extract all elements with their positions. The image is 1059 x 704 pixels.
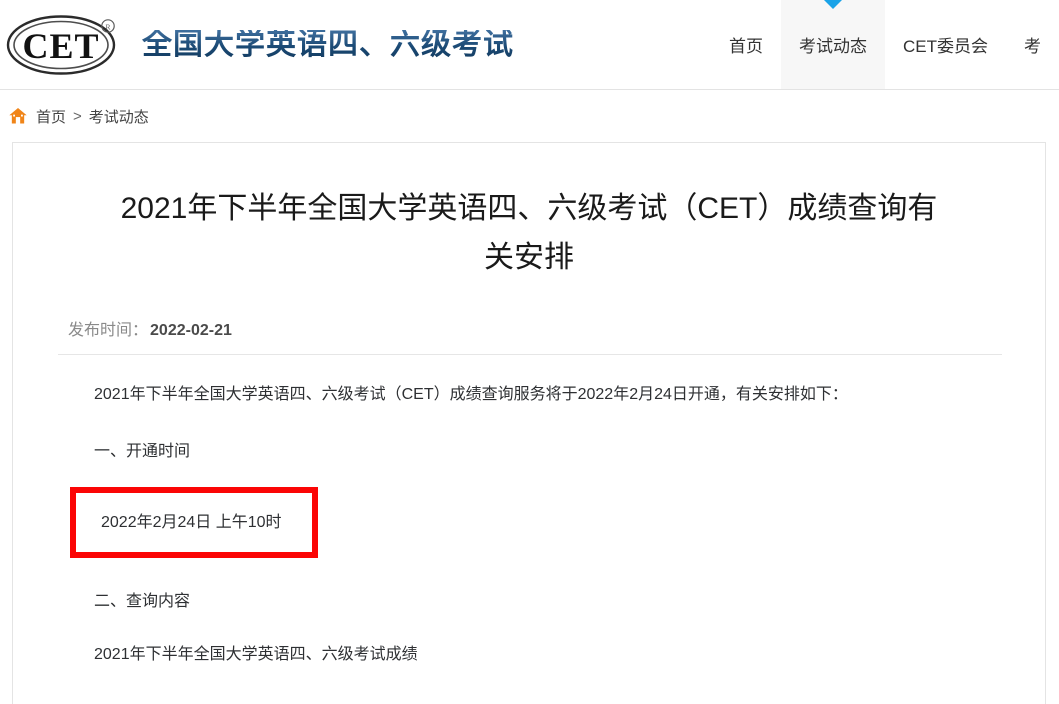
nav-item-home-label: 首页 <box>729 37 763 56</box>
nav-item-truncated-label: 考 <box>1024 37 1041 56</box>
nav-item-cet-committee[interactable]: CET委员会 <box>885 0 1006 89</box>
active-tab-caret-icon <box>824 0 842 9</box>
breadcrumb-home[interactable]: 首页 <box>36 106 66 127</box>
svg-text:R: R <box>105 22 110 31</box>
nav-item-cet-committee-label: CET委员会 <box>903 37 988 56</box>
brand-area[interactable]: CET R 全国大学英语四、六级考试 <box>6 0 514 89</box>
site-header: CET R 全国大学英语四、六级考试 首页 考试动态 CET委员会 考 <box>0 0 1059 90</box>
nav-item-home[interactable]: 首页 <box>711 0 781 89</box>
nav-item-truncated[interactable]: 考 <box>1006 0 1059 89</box>
highlighted-time-text: 2022年2月24日 上午10时 <box>101 513 282 531</box>
breadcrumb-current[interactable]: 考试动态 <box>89 106 149 127</box>
page-title: 2021年下半年全国大学英语四、六级考试（CET）成绩查询有关安排 <box>120 192 938 274</box>
nav-item-exam-news[interactable]: 考试动态 <box>781 0 885 89</box>
publish-info: 发布时间： 2022-02-21 <box>46 316 1012 340</box>
cet-logo[interactable]: CET R <box>6 14 124 76</box>
main-nav[interactable]: 首页 考试动态 CET委员会 考 <box>711 0 1059 89</box>
article-section-heading-2: 二、查询内容 <box>94 592 191 610</box>
breadcrumb: 首页 > 考试动态 <box>0 90 1059 142</box>
article-paragraph-intro: 2021年下半年全国大学英语四、六级考试（CET）成绩查询服务将于2022年2月… <box>94 386 848 404</box>
highlighted-time-box: 2022年2月24日 上午10时 <box>70 486 318 558</box>
publish-date: 2022-02-21 <box>150 322 232 340</box>
article-section-heading-1: 一、开通时间 <box>94 442 191 460</box>
breadcrumb-separator: > <box>73 107 82 125</box>
site-title: 全国大学英语四、六级考试 <box>142 27 514 61</box>
article-body: 2021年下半年全国大学英语四、六级考试（CET）成绩查询服务将于2022年2月… <box>46 355 1012 667</box>
home-icon <box>9 108 27 124</box>
publish-label: 发布时间： <box>68 322 149 340</box>
content-card: 2021年下半年全国大学英语四、六级考试（CET）成绩查询有关安排 发布时间： 2… <box>12 142 1046 704</box>
article-paragraph-content: 2021年下半年全国大学英语四、六级考试成绩 <box>94 645 418 663</box>
nav-item-exam-news-label: 考试动态 <box>799 37 867 56</box>
cet-logo-graphic: CET R <box>6 14 116 75</box>
svg-text:CET: CET <box>22 26 99 66</box>
